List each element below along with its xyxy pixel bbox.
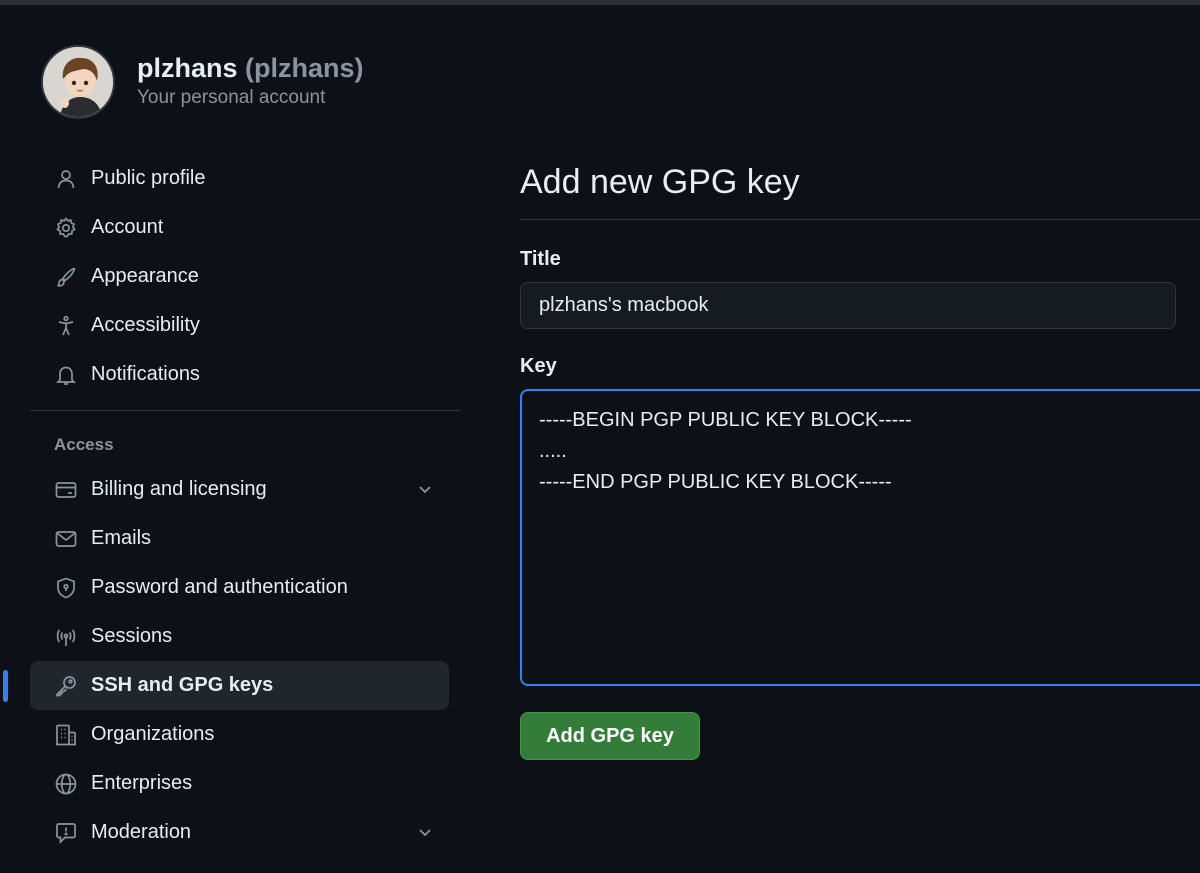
sidebar-item-account[interactable]: Account	[30, 203, 449, 252]
sidebar-item-emails[interactable]: Emails	[30, 514, 449, 563]
sidebar-item-label: Moderation	[91, 821, 192, 843]
add-gpg-key-button[interactable]: Add GPG key	[520, 712, 700, 760]
settings-sidebar: Public profile Account Appearance Access…	[3, 154, 461, 857]
report-icon	[54, 821, 78, 845]
sidebar-item-label: Billing and licensing	[91, 478, 267, 500]
sidebar-item-billing[interactable]: Billing and licensing	[30, 465, 449, 514]
sidebar-item-label: Password and authentication	[91, 576, 348, 598]
profile-username[interactable]: plzhans	[137, 53, 238, 83]
sidebar-item-label: Public profile	[91, 167, 206, 189]
profile-subtitle: Your personal account	[137, 86, 326, 108]
sidebar-item-moderation[interactable]: Moderation	[30, 808, 449, 857]
avatar-illustration-icon	[43, 47, 113, 117]
sidebar-item-password-authentication[interactable]: Password and authentication	[30, 563, 449, 612]
sidebar-item-label: Notifications	[91, 363, 200, 385]
avatar[interactable]	[41, 45, 115, 119]
title-field-label: Title	[520, 248, 561, 270]
profile-handle: (plzhans)	[245, 52, 364, 83]
gpg-key-form: Add new GPG key Title Key -----BEGIN PGP…	[520, 155, 1200, 760]
key-textarea[interactable]: -----BEGIN PGP PUBLIC KEY BLOCK----- ...…	[520, 389, 1200, 686]
sidebar-item-enterprises[interactable]: Enterprises	[30, 759, 449, 808]
sidebar-item-label: Enterprises	[91, 772, 193, 794]
profile-header: plzhans (plzhans) Your personal account	[41, 44, 364, 120]
sidebar-item-notifications[interactable]: Notifications	[30, 350, 449, 399]
mail-icon	[54, 527, 78, 551]
chevron-down-icon[interactable]	[415, 479, 435, 499]
profile-text: plzhans (plzhans) Your personal account	[137, 52, 364, 109]
organization-icon	[54, 723, 78, 747]
title-divider	[520, 219, 1200, 220]
section-heading-access: Access	[54, 435, 114, 454]
page-title: Add new GPG key	[520, 163, 800, 201]
sidebar-item-public-profile[interactable]: Public profile	[30, 154, 449, 203]
sidebar-item-accessibility[interactable]: Accessibility	[30, 301, 449, 350]
sidebar-item-label: Account	[91, 216, 164, 238]
chevron-down-icon[interactable]	[415, 822, 435, 842]
sidebar-item-label: Organizations	[91, 723, 215, 745]
credit-card-icon	[54, 478, 78, 502]
key-field-label: Key	[520, 355, 557, 377]
sidebar-item-appearance[interactable]: Appearance	[30, 252, 449, 301]
sidebar-item-label: Emails	[91, 527, 152, 549]
person-icon	[54, 167, 78, 191]
gear-icon	[54, 216, 78, 240]
sidebar-item-label: Sessions	[91, 625, 173, 647]
broadcast-icon	[54, 625, 78, 649]
sidebar-item-organizations[interactable]: Organizations	[30, 710, 449, 759]
sidebar-item-label: Appearance	[91, 265, 199, 287]
sidebar-item-sessions[interactable]: Sessions	[30, 612, 449, 661]
accessibility-icon	[54, 314, 78, 338]
shield-lock-icon	[54, 576, 78, 600]
sidebar-item-label: SSH and GPG keys	[91, 674, 274, 696]
title-input[interactable]	[520, 282, 1176, 329]
key-icon	[54, 674, 78, 698]
bell-icon	[54, 363, 78, 387]
paintbrush-icon	[54, 265, 78, 289]
sidebar-divider	[30, 410, 461, 411]
sidebar-item-ssh-gpg-keys[interactable]: SSH and GPG keys	[3, 661, 449, 710]
sidebar-item-label: Accessibility	[91, 314, 200, 336]
profile-name: plzhans (plzhans)	[137, 52, 364, 84]
top-border	[0, 0, 1200, 5]
globe-icon	[54, 772, 78, 796]
